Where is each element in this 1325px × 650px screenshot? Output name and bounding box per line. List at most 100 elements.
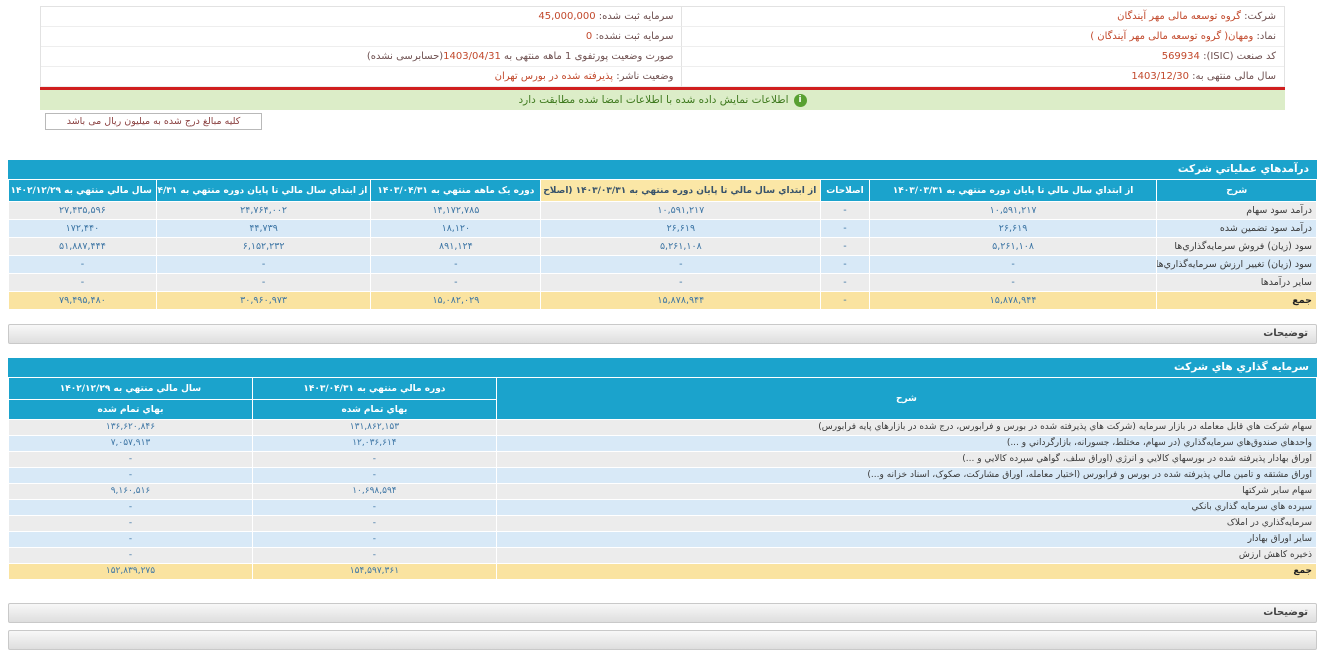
company-info-grid: شرکت: گروه توسعه مالی مهر آیندگانسرمایه … <box>40 6 1285 87</box>
units-note-row: کلیه مبالغ درج شده به میلیون ریال می باش… <box>0 110 1325 133</box>
row-label: سود (زيان) تغيير ارزش سرمايه‌گذاري‌ها <box>1157 256 1317 274</box>
info-field-value: 1403/12/30 <box>1131 71 1189 82</box>
row-label: سهام شرکت هاي قابل معامله در بازار سرماي… <box>496 420 1316 436</box>
value-cell: ۵۱,۸۸۷,۴۴۴ <box>9 238 157 256</box>
value-cell: ۷,۰۵۷,۹۱۳ <box>9 436 253 452</box>
value-cell: - <box>9 274 157 292</box>
value-cell: - <box>9 468 253 484</box>
spacer <box>0 310 1325 324</box>
value-cell: - <box>869 274 1157 292</box>
value-cell: ۶,۱۵۲,۲۳۲ <box>156 238 371 256</box>
value-cell: ۱۵,۸۷۸,۹۴۴ <box>869 292 1157 310</box>
value-cell: - <box>821 256 869 274</box>
value-cell: ۱۲,۰۳۶,۶۱۴ <box>252 436 496 452</box>
value-cell: - <box>156 256 371 274</box>
info-field: نماد: ومهان( گروه توسعه مالی مهر آیندگان… <box>682 27 1284 47</box>
info-field-label: سال مالی منتهی به: <box>1189 71 1276 82</box>
table-row: اوراق بهادار پذيرفته شده در بورسهاي کالا… <box>9 452 1317 468</box>
value-cell: - <box>9 548 253 564</box>
spacer <box>0 133 1325 160</box>
value-cell: ۵,۲۶۱,۱۰۸ <box>869 238 1157 256</box>
row-label: ساير درآمدها <box>1157 274 1317 292</box>
value-cell: ۱۰,۶۹۸,۵۹۴ <box>252 484 496 500</box>
info-field: شرکت: گروه توسعه مالی مهر آیندگان <box>682 7 1284 27</box>
value-cell: ۱۸,۱۲۰ <box>371 220 541 238</box>
value-cell: - <box>821 274 869 292</box>
investments-title: سرمايه گذاري هاي شرکت <box>8 358 1317 377</box>
value-cell: - <box>9 532 253 548</box>
spacer <box>0 623 1325 630</box>
column-header-ytd-current: از ابتداي سال مالي تا پایان دوره منتهي ب… <box>156 180 371 202</box>
row-label: جمع <box>1157 292 1317 310</box>
value-cell: ۲۶,۶۱۹ <box>869 220 1157 238</box>
table-row: سرمايه‌گذاري در املاک-- <box>9 516 1317 532</box>
info-icon: i <box>794 94 807 107</box>
value-cell: ۲۶,۶۱۹ <box>541 220 821 238</box>
value-cell: - <box>821 202 869 220</box>
info-field: سرمایه ثبت نشده: 0 <box>41 27 682 47</box>
operating-revenues-section: درآمدهاي عملياتي شرکت شرح از ابتداي سال … <box>8 160 1317 310</box>
info-field-label: شرکت: <box>1241 11 1276 22</box>
table-total-row: جمع۱۵۴,۵۹۷,۳۶۱۱۵۲,۸۳۹,۲۷۵ <box>9 564 1317 580</box>
table-row: ساير اوراق بهادار-- <box>9 532 1317 548</box>
value-cell: ۱۳۶,۶۲۰,۸۴۶ <box>9 420 253 436</box>
column-header-prior-year: سال مالي منتهي به ۱۴۰۲/۱۲/۲۹ <box>9 180 157 202</box>
info-field: سال مالی منتهی به: 1403/12/30 <box>682 67 1284 87</box>
row-label: اوراق مشتقه و تامين مالي پذيرفته شده در … <box>496 468 1316 484</box>
column-header-adjustments: اصلاحات <box>821 180 869 202</box>
signature-match-notice: i اطلاعات نمایش داده شده با اطلاعات امضا… <box>40 87 1285 110</box>
info-field-label: سرمایه ثبت نشده: <box>592 31 673 42</box>
info-field: صورت وضعیت پورتفوی 1 ماهه منتهی به 1403/… <box>41 47 682 67</box>
table-row: سهام ساير شرکتها۱۰,۶۹۸,۵۹۴۹,۱۶۰,۵۱۶ <box>9 484 1317 500</box>
info-field-label: نماد: <box>1253 31 1276 42</box>
units-note: کلیه مبالغ درج شده به میلیون ریال می باش… <box>45 113 262 130</box>
value-cell: ۲۴,۷۶۴,۰۰۲ <box>156 202 371 220</box>
value-cell: ۱۵۴,۵۹۷,۳۶۱ <box>252 564 496 580</box>
value-cell: ۱۳۱,۸۶۲,۱۵۳ <box>252 420 496 436</box>
column-header-prior-year: سال مالي منتهي به ۱۴۰۲/۱۲/۲۹ <box>9 378 253 400</box>
row-label: اوراق بهادار پذيرفته شده در بورسهاي کالا… <box>496 452 1316 468</box>
info-field: وضعیت ناشر: پذیرفته شده در بورس تهران <box>41 67 682 87</box>
info-field-value: ومهان( گروه توسعه مالی مهر آیندگان ) <box>1090 31 1253 42</box>
table-row: سپرده هاي سرمايه گذاري بانکي-- <box>9 500 1317 516</box>
row-label: واحدهاي صندوق‌هاي سرمايه‌گذاري (در سهام،… <box>496 436 1316 452</box>
investments-body: سهام شرکت هاي قابل معامله در بازار سرماي… <box>9 420 1317 580</box>
value-cell: - <box>252 452 496 468</box>
info-field-label: کد صنعت (ISIC): <box>1200 51 1276 62</box>
next-section-bar <box>8 630 1317 650</box>
row-label: سهام ساير شرکتها <box>496 484 1316 500</box>
investments-table: شرح دوره مالي منتهي به ۱۴۰۳/۰۴/۳۱ سال ما… <box>8 377 1317 580</box>
spacer <box>0 580 1325 603</box>
info-field: سرمایه ثبت شده: 45,000,000 <box>41 7 682 27</box>
column-header-desc: شرح <box>496 378 1316 420</box>
value-cell: - <box>252 516 496 532</box>
value-cell: - <box>9 500 253 516</box>
value-cell: ۱۴,۱۷۲,۷۸۵ <box>371 202 541 220</box>
value-cell: ۱۵,۰۸۲,۰۲۹ <box>371 292 541 310</box>
value-cell: - <box>9 256 157 274</box>
info-field-value: 45,000,000 <box>538 11 595 22</box>
value-cell: ۲۷,۴۳۵,۵۹۶ <box>9 202 157 220</box>
value-cell: ۱۰,۵۹۱,۲۱۷ <box>869 202 1157 220</box>
column-header-ytd-prev: از ابتداي سال مالي تا پایان دوره منتهي ب… <box>869 180 1157 202</box>
value-cell: ۳۰,۹۶۰,۹۷۳ <box>156 292 371 310</box>
value-cell: - <box>869 256 1157 274</box>
value-cell: - <box>821 292 869 310</box>
spacer <box>0 344 1325 358</box>
operating-revenues-title: درآمدهاي عملياتي شرکت <box>8 160 1317 179</box>
notes-panel-1[interactable]: توضیحات <box>8 324 1317 344</box>
info-field-value: پذیرفته شده در بورس تهران <box>495 71 613 82</box>
table-row: درآمد سود سهام۱۰,۵۹۱,۲۱۷-۱۰,۵۹۱,۲۱۷۱۴,۱۷… <box>9 202 1317 220</box>
row-label: درآمد سود سهام <box>1157 202 1317 220</box>
info-field-suffix: (حسابرسی نشده) <box>367 51 443 62</box>
value-cell: - <box>371 256 541 274</box>
row-label: ذخيره کاهش ارزش <box>496 548 1316 564</box>
info-field: کد صنعت (ISIC): 569934 <box>682 47 1284 67</box>
notes-panel-2[interactable]: توضیحات <box>8 603 1317 623</box>
value-cell: - <box>252 548 496 564</box>
value-cell: - <box>541 274 821 292</box>
row-label: سرمايه‌گذاري در املاک <box>496 516 1316 532</box>
table-row: سود (زيان) تغيير ارزش سرمايه‌گذاري‌ها---… <box>9 256 1317 274</box>
table-total-row: جمع۱۵,۸۷۸,۹۴۴-۱۵,۸۷۸,۹۴۴۱۵,۰۸۲,۰۲۹۳۰,۹۶۰… <box>9 292 1317 310</box>
value-cell: - <box>821 220 869 238</box>
